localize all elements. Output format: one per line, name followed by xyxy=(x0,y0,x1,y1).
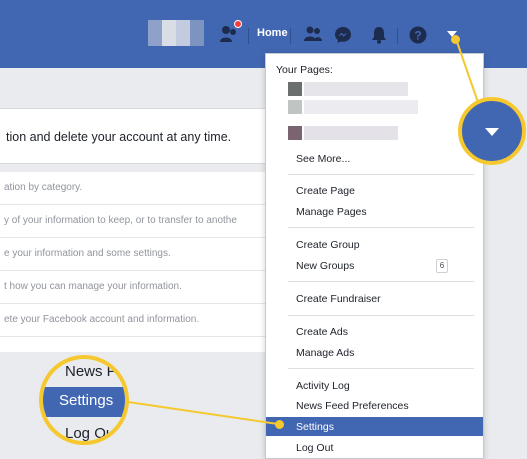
list-item[interactable]: y of your information to keep, or to tra… xyxy=(0,205,285,238)
menu-caret xyxy=(451,54,467,61)
divider xyxy=(397,28,398,44)
row-text: t how you can manage your information. xyxy=(4,281,182,292)
account-menu-caret-icon xyxy=(485,128,499,136)
zoomed-settings-label: Settings xyxy=(59,392,114,409)
menu-item-log-out[interactable]: Log Out xyxy=(296,442,333,454)
home-link[interactable]: Home xyxy=(257,27,288,39)
menu-item-settings[interactable]: Settings xyxy=(266,417,483,436)
menu-divider xyxy=(288,174,474,175)
notification-badge xyxy=(234,20,242,28)
row-text: ete your Facebook account and informatio… xyxy=(4,314,200,325)
list-item[interactable]: t how you can manage your information. xyxy=(0,271,285,304)
menu-item-create-page[interactable]: Create Page xyxy=(296,185,355,197)
notifications-icon[interactable] xyxy=(371,26,387,44)
menu-item-news-feed-preferences[interactable]: News Feed Preferences xyxy=(296,400,409,412)
intro-text: tion and delete your account at any time… xyxy=(6,130,232,144)
zoomed-account-menu-button xyxy=(458,97,526,165)
row-text: ation by category. xyxy=(4,182,83,193)
info-list: ation by category. y of your information… xyxy=(0,172,285,352)
menu-item-activity-log[interactable]: Activity Log xyxy=(296,380,350,392)
menu-item-see-more[interactable]: See More... xyxy=(296,153,350,165)
callout-dot xyxy=(451,35,460,44)
menu-divider xyxy=(288,315,474,316)
messenger-icon[interactable] xyxy=(334,26,352,44)
profile-shortcut[interactable] xyxy=(148,20,204,46)
your-pages-heading: Your Pages: xyxy=(276,64,333,76)
menu-item-create-fundraiser[interactable]: Create Fundraiser xyxy=(296,293,381,305)
row-text: y of your information to keep, or to tra… xyxy=(4,215,237,226)
page-item-blurred[interactable] xyxy=(288,100,418,114)
menu-divider xyxy=(288,281,474,282)
callout-dot xyxy=(275,420,284,429)
divider xyxy=(248,28,249,44)
list-item[interactable]: e your information and some settings. xyxy=(0,238,285,271)
svg-text:?: ? xyxy=(414,29,421,43)
page-item-blurred[interactable] xyxy=(288,82,408,96)
friend-requests-icon[interactable] xyxy=(303,26,323,42)
zoomed-settings-item: Settings xyxy=(43,387,125,417)
list-item[interactable]: ation by category. xyxy=(0,172,285,205)
divider xyxy=(290,28,291,44)
menu-item-settings-label: Settings xyxy=(296,421,334,433)
intro-panel: tion and delete your account at any time… xyxy=(0,108,285,164)
menu-item-new-groups[interactable]: New Groups xyxy=(296,260,354,272)
zoomed-settings-menu: News Fe Settings Log Out xyxy=(39,355,129,445)
menu-item-manage-pages[interactable]: Manage Pages xyxy=(296,206,367,218)
menu-item-create-ads[interactable]: Create Ads xyxy=(296,326,348,338)
new-groups-count-badge: 6 xyxy=(436,259,448,273)
menu-item-manage-ads[interactable]: Manage Ads xyxy=(296,347,354,359)
row-text: e your information and some settings. xyxy=(4,248,171,259)
list-item[interactable]: ete your Facebook account and informatio… xyxy=(0,304,285,337)
account-dropdown-menu: Your Pages: See More... Create Page Mana… xyxy=(265,53,484,459)
zoomed-log-out-label: Log Out xyxy=(65,425,119,442)
help-icon[interactable]: ? xyxy=(409,26,427,44)
menu-divider xyxy=(288,227,474,228)
zoomed-news-feed-label: News Fe xyxy=(65,363,125,380)
page-item-blurred[interactable] xyxy=(288,126,398,140)
menu-divider xyxy=(288,368,474,369)
menu-item-create-group[interactable]: Create Group xyxy=(296,239,360,251)
